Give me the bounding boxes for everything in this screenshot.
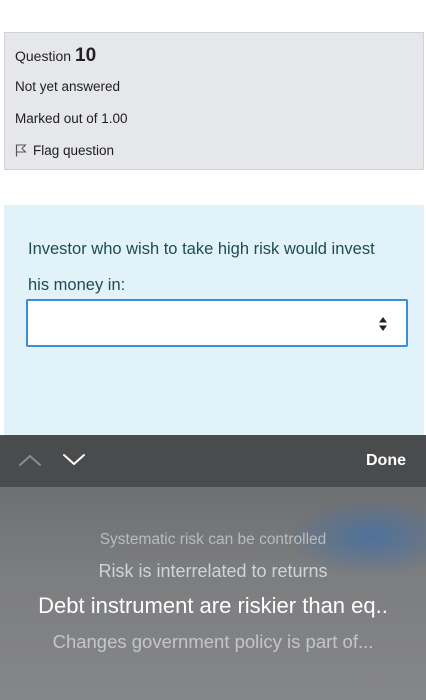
question-number: 10 [75, 45, 97, 66]
question-info-panel: Question 10 Not yet answered Marked out o… [4, 32, 424, 170]
picker-option[interactable]: Systematic risk can be controlled [0, 531, 426, 549]
answer-select[interactable] [26, 299, 408, 347]
question-content: Investor who wish to take high risk woul… [4, 205, 424, 437]
question-heading: Question 10 [15, 45, 96, 67]
option-picker-wheel[interactable]: Systematic risk can be controlled Risk i… [0, 487, 426, 700]
done-button[interactable]: Done [366, 452, 406, 470]
flag-question-link[interactable]: Flag question [15, 143, 114, 158]
picker-toolbar: Done [0, 435, 426, 487]
picker-option[interactable]: Changes government policy is part of... [0, 631, 426, 653]
flag-icon [15, 144, 27, 157]
question-state: Not yet answered [15, 79, 121, 94]
question-prompt: Investor who wish to take high risk woul… [28, 240, 375, 294]
previous-field-chevron-up-icon[interactable] [18, 453, 42, 467]
picker-option-selected[interactable]: Debt instrument are riskier than eq.. [0, 593, 426, 619]
flag-question-label: Flag question [33, 143, 115, 158]
question-grade: Marked out of 1.00 [15, 111, 128, 126]
question-label: Question [15, 48, 72, 64]
picker-option[interactable]: Risk is interrelated to returns [0, 561, 426, 582]
updown-arrows-icon [379, 317, 387, 331]
next-field-chevron-down-icon[interactable] [62, 453, 86, 467]
